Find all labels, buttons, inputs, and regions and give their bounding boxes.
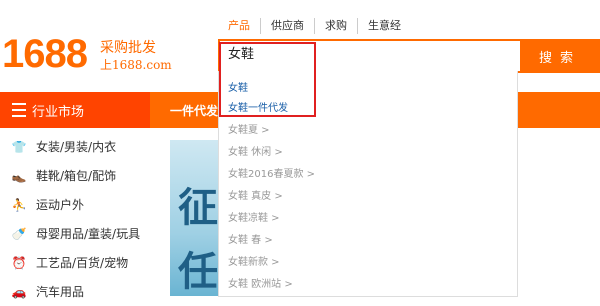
site-logo[interactable]: 1688: [2, 32, 88, 76]
tab-suppliers[interactable]: 供应商: [260, 18, 314, 34]
category-label: 母婴用品/童装/玩具: [36, 227, 141, 241]
banner-text: 征: [178, 185, 218, 231]
suggestion-item[interactable]: 女鞋 真皮 >: [228, 190, 283, 204]
tab-business-forum[interactable]: 生意经: [357, 18, 411, 34]
category-item-shoes-bags[interactable]: 👞 鞋靴/箱包/配饰: [0, 161, 160, 190]
banner-text: 任: [178, 249, 218, 295]
highlight-annotation-box: [219, 42, 316, 117]
suggestion-item[interactable]: 女鞋凉鞋 >: [228, 212, 280, 226]
alarm-clock-icon: ⏰: [11, 255, 27, 270]
category-label: 工艺品/百货/宠物: [36, 256, 129, 270]
category-menu-header[interactable]: 行业市场: [0, 92, 150, 128]
category-item-auto[interactable]: 🚗 汽车用品: [0, 277, 160, 306]
search-type-tabs: 产品 供应商 求购 生意经: [228, 18, 411, 34]
baby-bottle-icon: 🍼: [11, 226, 27, 241]
category-item-crafts[interactable]: ⏰ 工艺品/百货/宠物: [0, 248, 160, 277]
suggestion-item[interactable]: 女鞋 休闲 >: [228, 146, 283, 160]
tab-buying-requests[interactable]: 求购: [314, 18, 357, 34]
category-item-baby[interactable]: 🍼 母婴用品/童装/玩具: [0, 219, 160, 248]
search-button[interactable]: 搜索: [520, 39, 600, 73]
tab-products[interactable]: 产品: [228, 18, 260, 34]
category-label: 鞋靴/箱包/配饰: [36, 169, 117, 183]
category-item-apparel[interactable]: 👕 女装/男装/内衣: [0, 132, 160, 161]
logo-url: 上1688.com: [100, 58, 172, 72]
shirt-icon: 👕: [11, 139, 27, 154]
category-list: 👕 女装/男装/内衣 👞 鞋靴/箱包/配饰 ⛹ 运动户外 🍼 母婴用品/童装/玩…: [0, 132, 160, 306]
logo-slogan: 采购批发: [100, 40, 156, 56]
suggestion-item[interactable]: 女鞋 欧洲站 >: [228, 278, 293, 292]
sports-icon: ⛹: [11, 197, 27, 212]
car-icon: 🚗: [11, 284, 27, 299]
suggestion-item[interactable]: 女鞋新款 >: [228, 256, 280, 270]
category-label: 运动户外: [36, 198, 85, 212]
shoe-icon: 👞: [11, 168, 27, 183]
nav-dropship[interactable]: 一件代发: [150, 92, 220, 128]
category-menu-label: 行业市场: [32, 104, 85, 120]
menu-icon: [12, 103, 26, 117]
category-item-sports[interactable]: ⛹ 运动户外: [0, 190, 160, 219]
category-label: 女装/男装/内衣: [36, 140, 117, 154]
suggestion-item[interactable]: 女鞋2016春夏款 >: [228, 168, 315, 182]
category-label: 汽车用品: [36, 285, 85, 299]
suggestion-item[interactable]: 女鞋 春 >: [228, 234, 273, 248]
suggestion-item[interactable]: 女鞋夏 >: [228, 124, 270, 138]
